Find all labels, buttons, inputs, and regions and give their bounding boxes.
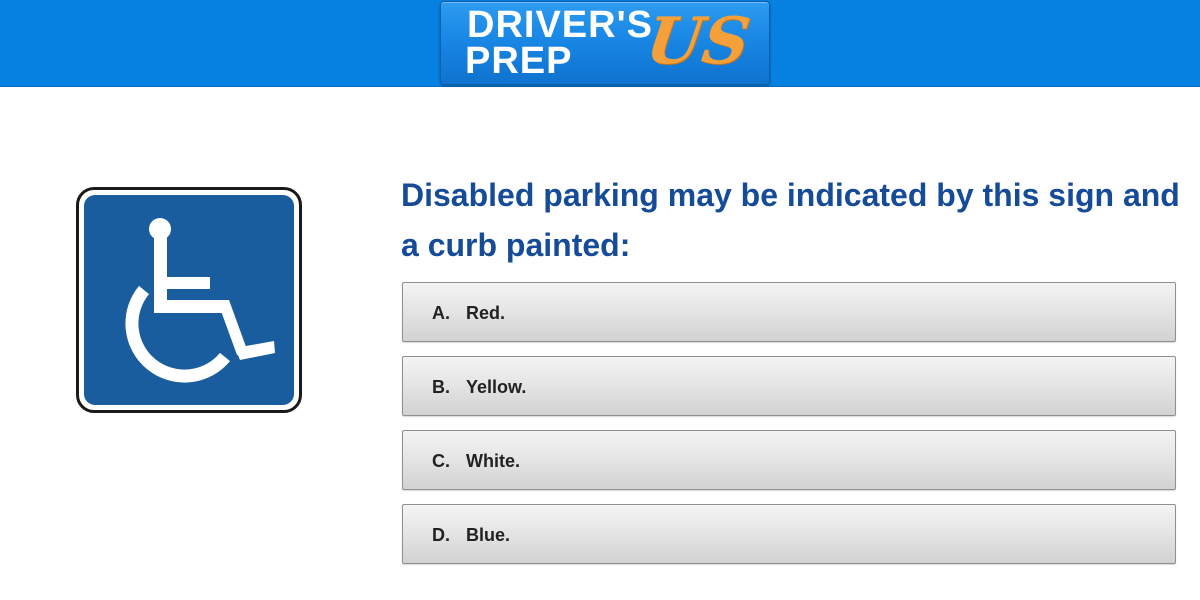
answer-label: White.: [466, 451, 520, 471]
answer-option-text: C. White.: [432, 450, 520, 472]
answer-option-c[interactable]: C. White.: [402, 430, 1176, 490]
answer-letter: B.: [432, 377, 450, 397]
answer-option-d[interactable]: D. Blue.: [402, 504, 1176, 564]
logo-text-prep: PREP: [465, 40, 573, 82]
question-text: Disabled parking may be indicated by thi…: [401, 177, 1180, 263]
answer-options: A. Red. B. Yellow. C. White. D. Blue.: [402, 282, 1176, 578]
wheelchair-accessibility-icon: [125, 218, 275, 383]
answer-option-a[interactable]: A. Red.: [402, 282, 1176, 342]
answer-label: Yellow.: [466, 377, 527, 397]
answer-option-text: D. Blue.: [432, 524, 510, 546]
answer-letter: D.: [432, 525, 450, 545]
answer-letter: C.: [432, 451, 450, 471]
answer-label: Red.: [466, 303, 506, 323]
disabled-parking-sign: [76, 187, 302, 413]
logo-text-us: US: [641, 4, 755, 79]
answer-label: Blue.: [466, 525, 511, 545]
drivers-prep-us-logo[interactable]: DRIVER'S PREP US: [440, 1, 770, 85]
answer-option-text: B. Yellow.: [432, 376, 526, 398]
answer-option-b[interactable]: B. Yellow.: [402, 356, 1176, 416]
header-bar: DRIVER'S PREP US: [0, 0, 1200, 87]
answer-letter: A.: [432, 303, 450, 323]
sign-panel: [84, 195, 294, 405]
quiz-page: DRIVER'S PREP US Disabled parking may be…: [0, 0, 1200, 600]
answer-option-text: A. Red.: [432, 302, 505, 324]
